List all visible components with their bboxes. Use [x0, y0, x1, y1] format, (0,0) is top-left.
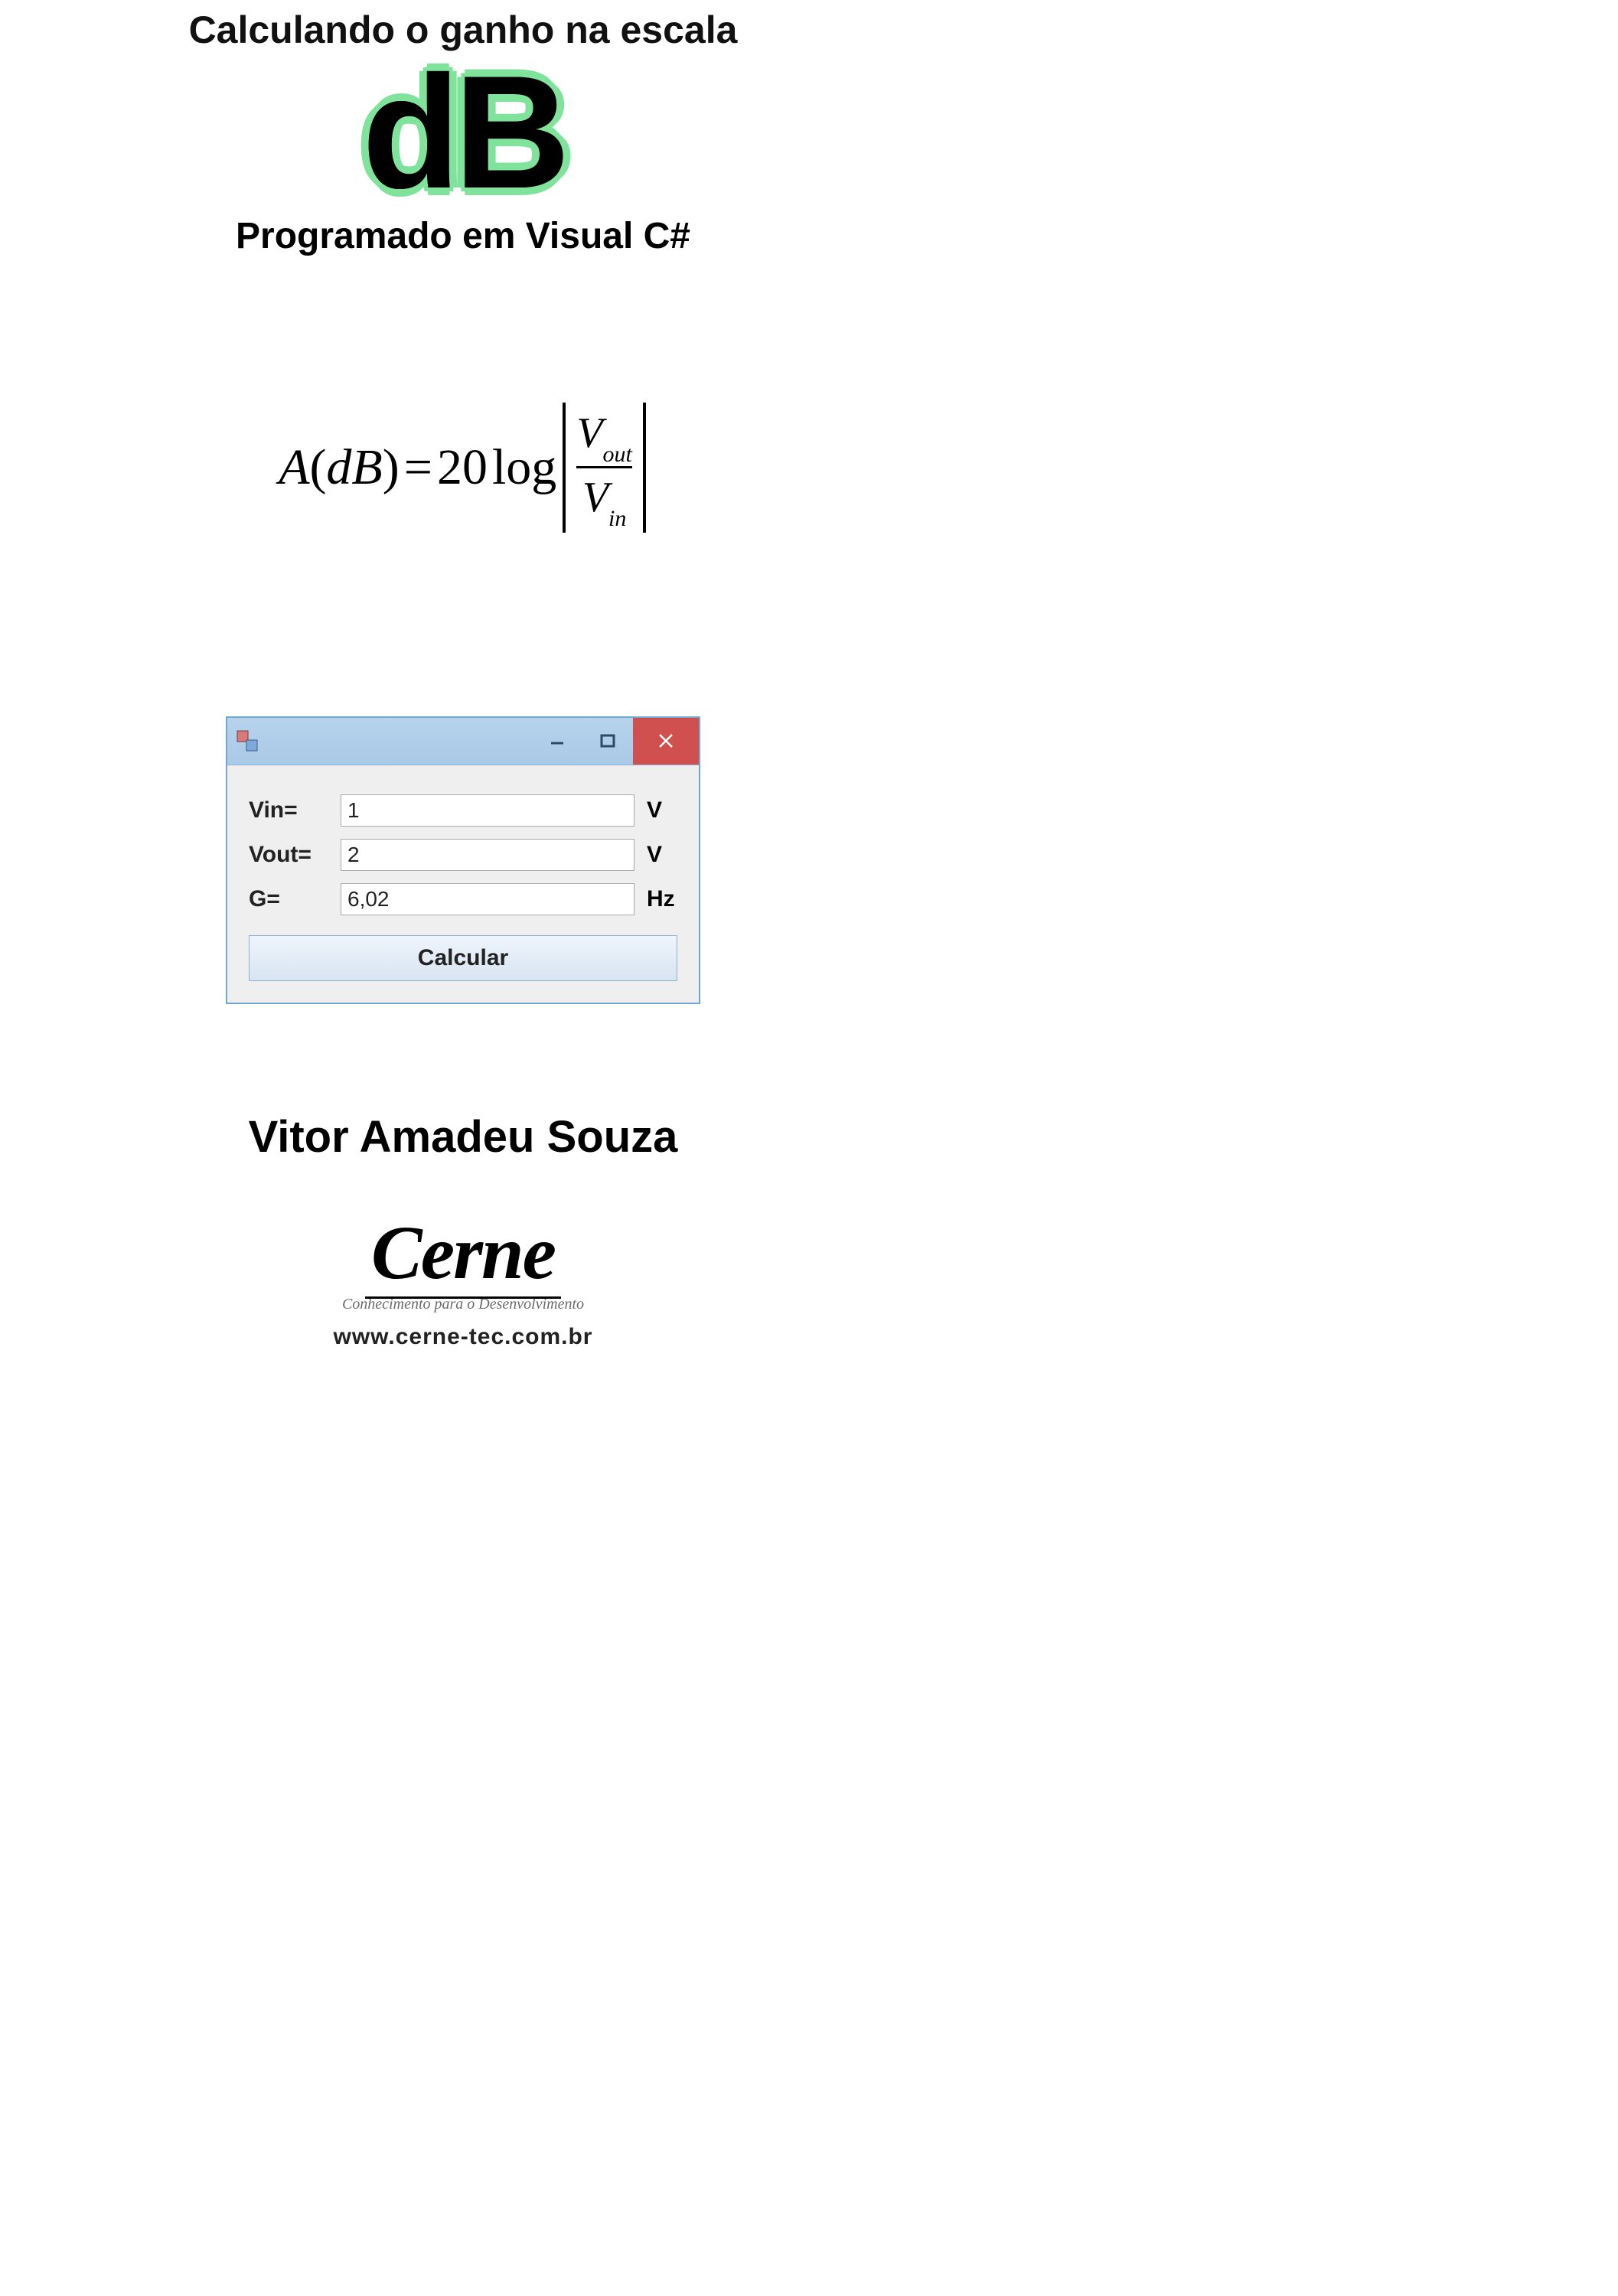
unit-gain: Hz	[634, 886, 677, 912]
input-gain[interactable]	[341, 883, 634, 915]
abs-bar-right	[643, 403, 646, 533]
frac-den-sub: in	[608, 506, 626, 531]
label-vin: Vin=	[249, 797, 341, 823]
formula-lhs-unit: dB	[326, 439, 382, 495]
formula-lhs-a: A	[279, 439, 309, 495]
frac-num-main: V	[576, 409, 602, 457]
db-logo: dB	[80, 56, 846, 209]
row-vout: Vout= V	[249, 839, 677, 871]
gain-formula: A(dB) = 20log Vout Vin	[80, 403, 846, 533]
input-vout[interactable]	[341, 839, 634, 871]
row-gain: G= Hz	[249, 883, 677, 915]
close-button[interactable]	[633, 718, 699, 765]
formula-coef: 20	[437, 439, 488, 497]
row-vin: Vin= V	[249, 794, 677, 827]
equals-sign: =	[404, 439, 432, 497]
calculate-button[interactable]: Calcular	[249, 935, 677, 981]
input-vin[interactable]	[341, 794, 634, 827]
formula-log: log	[492, 439, 556, 497]
label-vout: Vout=	[249, 842, 341, 868]
unit-vout: V	[634, 842, 677, 868]
app-icon	[235, 729, 259, 753]
minimize-button[interactable]	[532, 718, 582, 765]
frac-num-sub: out	[603, 442, 632, 467]
brand-logo: Cerne	[365, 1208, 561, 1299]
brand-block: Cerne Conhecimento para o Desenvolviment…	[80, 1208, 846, 1350]
label-gain: G=	[249, 886, 341, 912]
window-titlebar[interactable]	[227, 718, 699, 765]
abs-bar-left	[563, 403, 566, 533]
brand-url: www.cerne-tec.com.br	[80, 1324, 846, 1350]
subtitle: Programado em Visual C#	[80, 215, 846, 257]
unit-vin: V	[634, 797, 677, 823]
title-block: Calculando o ganho na escala dB Programa…	[80, 8, 846, 257]
author-name: Vitor Amadeu Souza	[80, 1111, 846, 1163]
frac-den-main: V	[582, 474, 608, 521]
app-window: Vin= V Vout= V G= Hz Calcular	[226, 716, 700, 1004]
maximize-button[interactable]	[582, 718, 633, 765]
form-body: Vin= V Vout= V G= Hz Calcular	[227, 765, 699, 1003]
